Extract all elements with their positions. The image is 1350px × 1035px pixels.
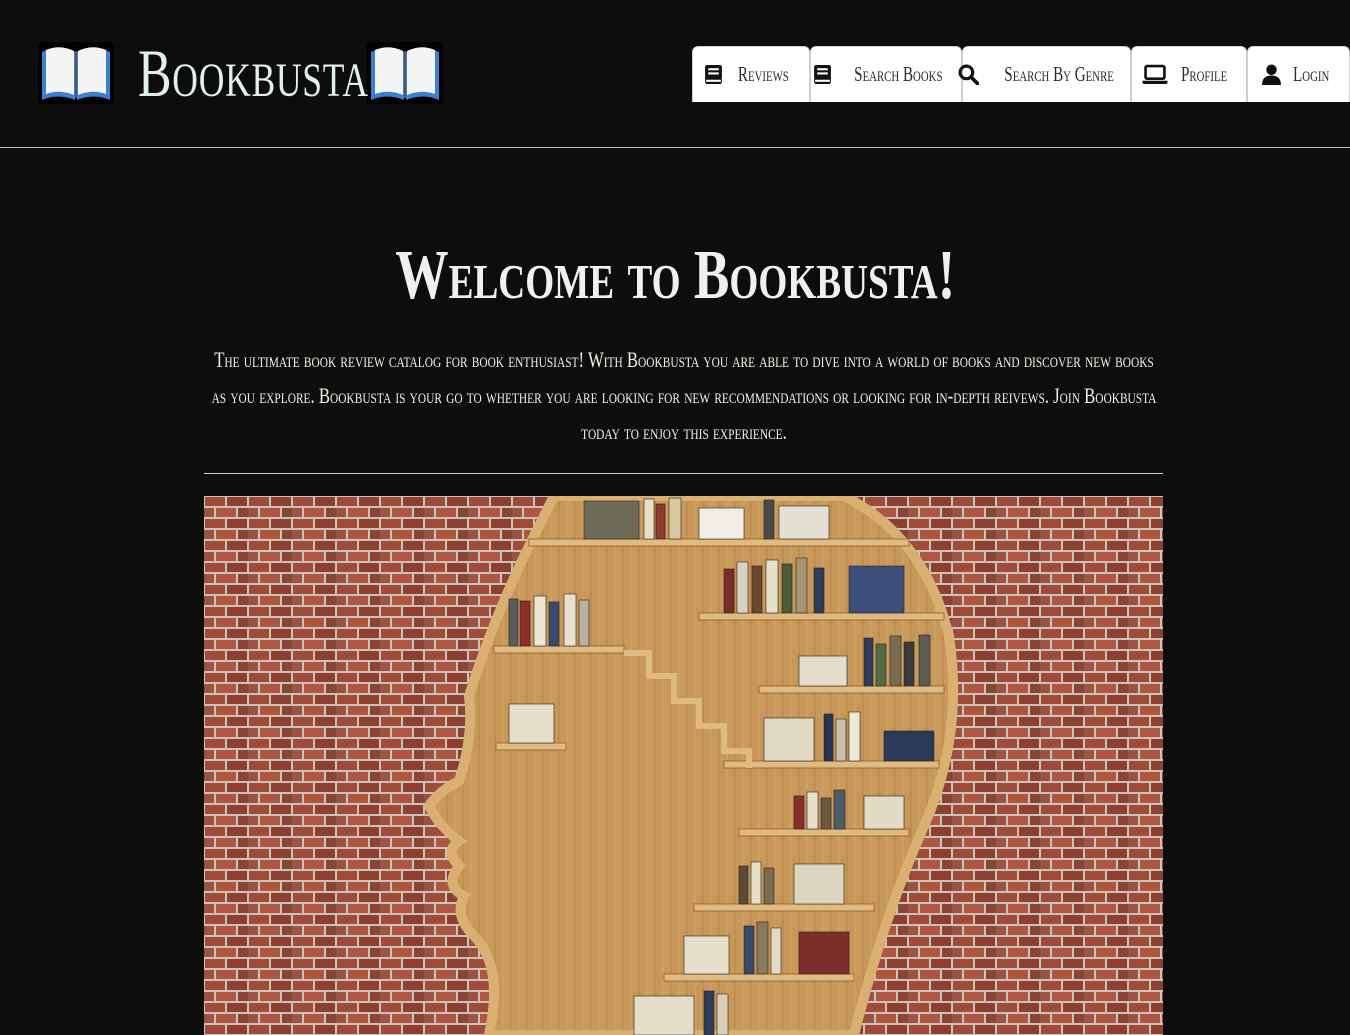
section-divider xyxy=(204,473,1163,474)
nav-label: Login xyxy=(1292,62,1330,86)
nav-reviews[interactable]: Reviews xyxy=(692,46,810,102)
main-nav: Reviews Search Books Search By Genre Pro… xyxy=(692,46,1350,102)
hero-image xyxy=(204,496,1163,1035)
head-bookshelf-illustration xyxy=(204,496,1163,1035)
intro-paragraph: The ultimate book review catalog for boo… xyxy=(204,342,1163,450)
page-title-text: Welcome to Bookbusta! xyxy=(395,237,955,314)
nav-label: Reviews xyxy=(738,62,789,86)
brand[interactable]: Bookbusta xyxy=(36,36,445,110)
nav-profile[interactable]: Profile xyxy=(1131,46,1247,102)
nav-label: Search By Genre xyxy=(1004,62,1114,86)
search-icon xyxy=(958,64,979,85)
nav-label: Search Books xyxy=(854,62,943,86)
open-book-icon xyxy=(367,42,443,104)
laptop-icon xyxy=(1142,64,1168,84)
book-icon xyxy=(814,65,832,84)
brand-title: Bookbusta xyxy=(138,35,369,111)
nav-search-by-genre[interactable]: Search By Genre xyxy=(958,46,1131,102)
nav-label: Profile xyxy=(1180,62,1228,86)
open-book-icon xyxy=(38,42,114,104)
nav-search-books[interactable]: Search Books xyxy=(810,46,962,102)
book-icon xyxy=(705,65,723,84)
intro-text: The ultimate book review catalog for boo… xyxy=(211,347,1157,444)
page-title: Welcome to Bookbusta! xyxy=(0,236,1350,316)
nav-login[interactable]: Login xyxy=(1247,46,1350,102)
site-header: Bookbusta Reviews Search Books Search By… xyxy=(0,0,1350,148)
user-icon xyxy=(1261,64,1281,85)
